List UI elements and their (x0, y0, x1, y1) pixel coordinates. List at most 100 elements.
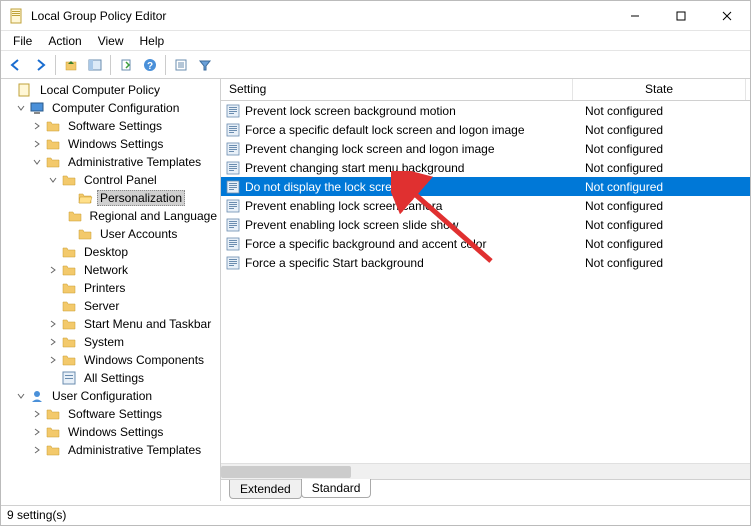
chevron-right-icon[interactable] (31, 444, 43, 456)
tree-win-components[interactable]: Windows Components (1, 351, 220, 369)
list-row[interactable]: Force a specific default lock screen and… (221, 120, 750, 139)
chevron-right-icon[interactable] (31, 426, 43, 438)
chevron-down-icon[interactable] (31, 156, 43, 168)
tree-start-taskbar[interactable]: Start Menu and Taskbar (1, 315, 220, 333)
twisty-icon[interactable] (47, 246, 59, 258)
cell-state: Not configured (577, 199, 750, 213)
list-row[interactable]: Force a specific Start backgroundNot con… (221, 253, 750, 272)
tree-label: Regional and Language (87, 208, 220, 224)
chevron-right-icon[interactable] (47, 354, 59, 366)
list-row[interactable]: Prevent lock screen background motionNot… (221, 101, 750, 120)
filter-button[interactable] (194, 54, 216, 76)
tree-cc-software[interactable]: Software Settings (1, 117, 220, 135)
tree-control-panel[interactable]: Control Panel (1, 171, 220, 189)
folder-icon (45, 424, 61, 440)
twisty-icon[interactable] (47, 282, 59, 294)
setting-icon (225, 122, 241, 138)
chevron-right-icon[interactable] (47, 336, 59, 348)
chevron-down-icon[interactable] (47, 174, 59, 186)
tree-label: Desktop (81, 244, 131, 260)
twisty-icon[interactable] (47, 300, 59, 312)
chevron-right-icon[interactable] (47, 318, 59, 330)
tree-label: Windows Settings (65, 424, 166, 440)
close-button[interactable] (704, 1, 750, 31)
list-row[interactable]: Prevent changing start menu backgroundNo… (221, 158, 750, 177)
tab-standard[interactable]: Standard (301, 479, 372, 498)
maximize-button[interactable] (658, 1, 704, 31)
tree-user-config[interactable]: User Configuration (1, 387, 220, 405)
show-tree-button[interactable] (84, 54, 106, 76)
cell-setting: Prevent enabling lock screen slide show (245, 218, 577, 232)
twisty-icon[interactable] (63, 192, 75, 204)
folder-icon (61, 334, 77, 350)
list-row[interactable]: Do not display the lock screenNot config… (221, 177, 750, 196)
forward-button[interactable] (29, 54, 51, 76)
setting-icon (225, 217, 241, 233)
user-icon (29, 388, 45, 404)
tree-desktop[interactable]: Desktop (1, 243, 220, 261)
chevron-down-icon[interactable] (15, 102, 27, 114)
main-area: Local Computer Policy Computer Configura… (1, 79, 750, 501)
cell-setting: Prevent enabling lock screen camera (245, 199, 577, 213)
tree-label: System (81, 334, 127, 350)
tab-extended[interactable]: Extended (229, 480, 302, 499)
twisty-icon[interactable] (63, 228, 75, 240)
export-button[interactable] (115, 54, 137, 76)
up-button[interactable] (60, 54, 82, 76)
chevron-right-icon[interactable] (31, 138, 43, 150)
scrollbar-thumb[interactable] (221, 466, 351, 478)
tree-personalization[interactable]: Personalization (1, 189, 220, 207)
tree-label: Personalization (97, 190, 185, 206)
folder-open-icon (77, 190, 93, 206)
twisty-icon[interactable] (3, 84, 15, 96)
tree-network[interactable]: Network (1, 261, 220, 279)
help-button[interactable]: ? (139, 54, 161, 76)
menu-help[interactable]: Help (132, 32, 173, 50)
tree-root-node[interactable]: Local Computer Policy (1, 81, 220, 99)
twisty-icon[interactable] (47, 372, 59, 384)
menu-view[interactable]: View (90, 32, 132, 50)
chevron-right-icon[interactable] (47, 264, 59, 276)
setting-icon (225, 103, 241, 119)
chevron-right-icon[interactable] (31, 120, 43, 132)
column-state[interactable]: State (573, 79, 746, 100)
horizontal-scrollbar[interactable] (221, 463, 750, 479)
cell-state: Not configured (577, 104, 750, 118)
tree-uc-admin[interactable]: Administrative Templates (1, 441, 220, 459)
list-row[interactable]: Prevent changing lock screen and logon i… (221, 139, 750, 158)
menu-action[interactable]: Action (40, 32, 89, 50)
menu-file[interactable]: File (5, 32, 40, 50)
list-row[interactable]: Prevent enabling lock screen slide showN… (221, 215, 750, 234)
tree-server[interactable]: Server (1, 297, 220, 315)
back-button[interactable] (5, 54, 27, 76)
tree-computer-config[interactable]: Computer Configuration (1, 99, 220, 117)
tree-all-settings[interactable]: All Settings (1, 369, 220, 387)
tree-label: Software Settings (65, 406, 165, 422)
folder-icon (45, 406, 61, 422)
properties-button[interactable] (170, 54, 192, 76)
tree-label: Start Menu and Taskbar (81, 316, 214, 332)
cell-setting: Force a specific default lock screen and… (245, 123, 577, 137)
chevron-down-icon[interactable] (15, 390, 27, 402)
list-row[interactable]: Prevent enabling lock screen cameraNot c… (221, 196, 750, 215)
tree-user-accounts[interactable]: User Accounts (1, 225, 220, 243)
tree-system[interactable]: System (1, 333, 220, 351)
tree-regional[interactable]: Regional and Language (1, 207, 220, 225)
column-setting[interactable]: Setting (221, 79, 573, 100)
svg-text:?: ? (147, 61, 153, 72)
tree-label: Windows Settings (65, 136, 166, 152)
folder-icon (61, 280, 77, 296)
tree-label: Administrative Templates (65, 442, 204, 458)
tree-cc-admin[interactable]: Administrative Templates (1, 153, 220, 171)
folder-icon (45, 154, 61, 170)
chevron-right-icon[interactable] (31, 408, 43, 420)
tree-printers[interactable]: Printers (1, 279, 220, 297)
tree-uc-windows[interactable]: Windows Settings (1, 423, 220, 441)
list-body: Prevent lock screen background motionNot… (221, 101, 750, 463)
folder-icon (45, 118, 61, 134)
minimize-button[interactable] (612, 1, 658, 31)
tree-uc-software[interactable]: Software Settings (1, 405, 220, 423)
list-row[interactable]: Force a specific background and accent c… (221, 234, 750, 253)
twisty-icon[interactable] (63, 210, 65, 222)
tree-cc-windows[interactable]: Windows Settings (1, 135, 220, 153)
